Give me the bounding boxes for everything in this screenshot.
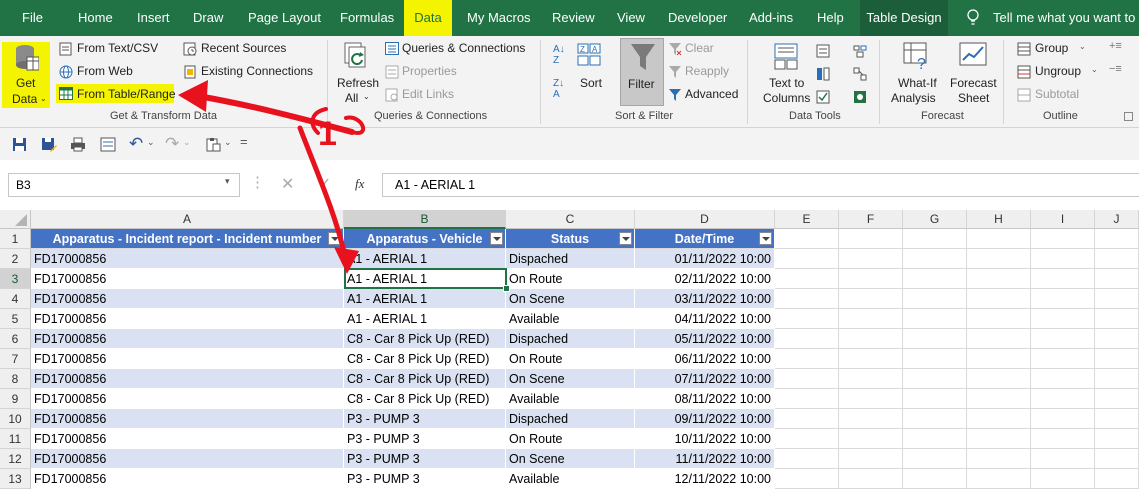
annotation-overlay: 1 xyxy=(178,80,366,274)
annotation-number: 1 xyxy=(318,115,337,153)
annotation-arrowhead-down xyxy=(334,247,359,274)
annotation-arrowhead-left xyxy=(178,80,208,112)
